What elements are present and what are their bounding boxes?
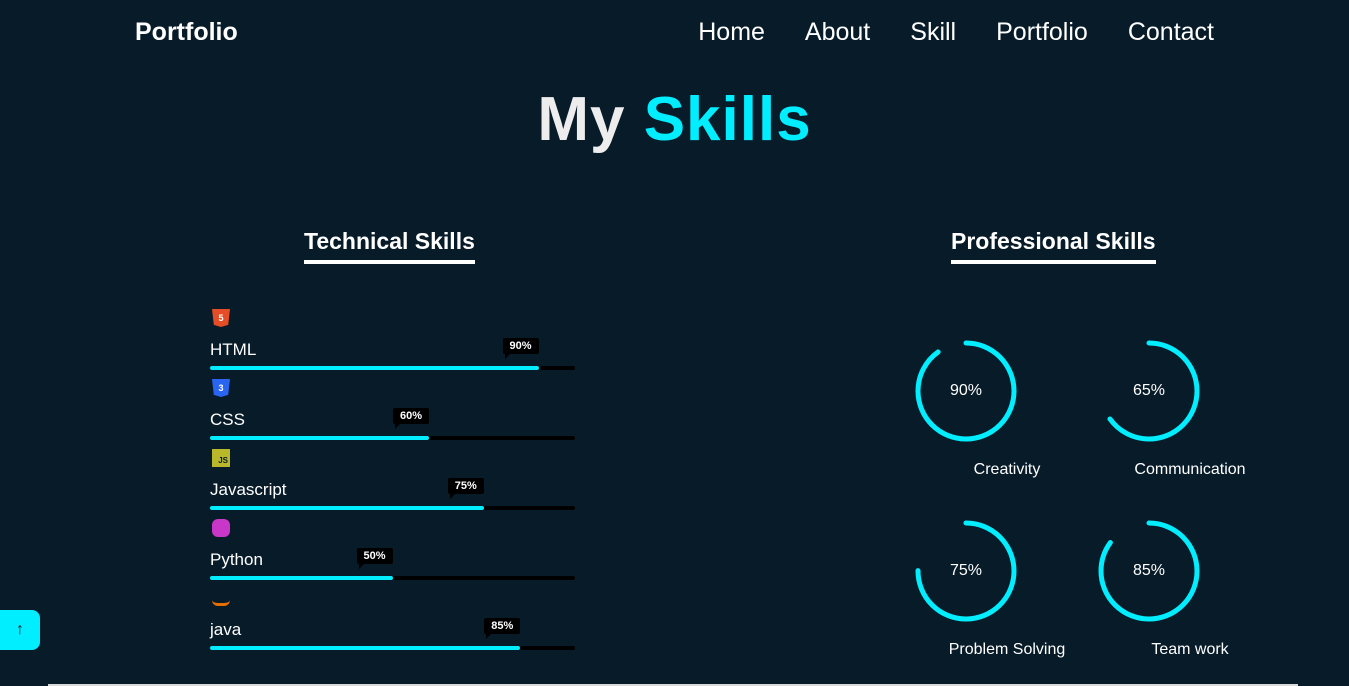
technical-skill-percent-tooltip: 75% (447, 478, 484, 499)
professional-skill-name: Creativity (973, 461, 1041, 478)
professional-skill-name: Team work (1151, 641, 1229, 658)
technical-skill-name: HTML (210, 340, 257, 359)
technical-skill-java: java 85% (210, 587, 575, 657)
nav-skill[interactable]: Skill (910, 18, 956, 47)
technical-skill-track (210, 576, 575, 580)
professional-skill-communication: 65% (1094, 336, 1204, 446)
skills-page: Portfolio Home About Skill Portfolio Con… (0, 0, 1349, 686)
technical-skill-progress-fill (210, 576, 393, 580)
technical-skill-progress-fill (210, 436, 429, 440)
javascript-icon: JS (212, 449, 230, 467)
technical-skill-percent-tooltip: 85% (484, 618, 521, 639)
professional-skill-creativity: 90% (911, 336, 1021, 446)
nav-home[interactable]: Home (698, 18, 765, 47)
technical-skill-percent-tooltip: 60% (392, 408, 429, 429)
professional-skill-percent: 90% (949, 382, 983, 399)
technical-skill-progress-fill (210, 646, 521, 650)
technical-skill-track (210, 366, 575, 370)
technical-skill-name: Python (210, 550, 263, 569)
css3-icon: 3 (212, 379, 230, 397)
professional-skill-name: Problem Solving (948, 641, 1066, 658)
title-word-my: My (537, 85, 626, 154)
main-nav: Home About Skill Portfolio Contact (698, 18, 1214, 47)
technical-skill-html: 5 HTML 90% (210, 307, 575, 377)
technical-skill-name: CSS (210, 410, 245, 429)
arrow-up-icon: ↑ (16, 621, 24, 638)
java-icon (212, 589, 230, 606)
nav-about[interactable]: About (805, 18, 870, 47)
nav-contact[interactable]: Contact (1128, 18, 1214, 47)
professional-skill-name: Communication (1134, 461, 1246, 478)
technical-skill-css: 3 CSS 60% (210, 377, 575, 447)
nav-portfolio[interactable]: Portfolio (996, 18, 1088, 47)
technical-skill-name: Javascript (210, 480, 287, 499)
logo[interactable]: Portfolio (135, 18, 238, 47)
technical-skill-percent-tooltip: 90% (502, 338, 539, 359)
scroll-to-top-button[interactable]: ↑ (0, 610, 40, 650)
title-word-skills: Skills (643, 85, 812, 154)
professional-skill-percent: 65% (1132, 382, 1166, 399)
professional-skill-percent: 85% (1132, 562, 1166, 579)
technical-skill-javascript: JS Javascript 75% (210, 447, 575, 517)
professional-skill-team-work: 85% (1094, 516, 1204, 626)
technical-skill-name: java (210, 620, 242, 639)
technical-skill-python: Python 50% (210, 517, 575, 587)
python-icon (212, 519, 230, 537)
technical-skill-percent-tooltip: 50% (356, 548, 393, 569)
technical-skills-heading: Technical Skills (304, 228, 475, 264)
professional-skill-problem-solving: 75% (911, 516, 1021, 626)
technical-skill-track (210, 506, 575, 510)
technical-skill-progress-fill (210, 366, 539, 370)
technical-skill-progress-fill (210, 506, 484, 510)
technical-skill-track (210, 436, 575, 440)
page-title: My Skills (0, 84, 1349, 155)
technical-skills-list: 5 HTML 90% 3 CSS 60% JS Javascript 75% Python 50% j… (210, 307, 575, 657)
professional-skill-percent: 75% (949, 562, 983, 579)
html5-icon: 5 (212, 309, 230, 327)
technical-skill-track (210, 646, 575, 650)
professional-skills-heading: Professional Skills (951, 228, 1156, 264)
